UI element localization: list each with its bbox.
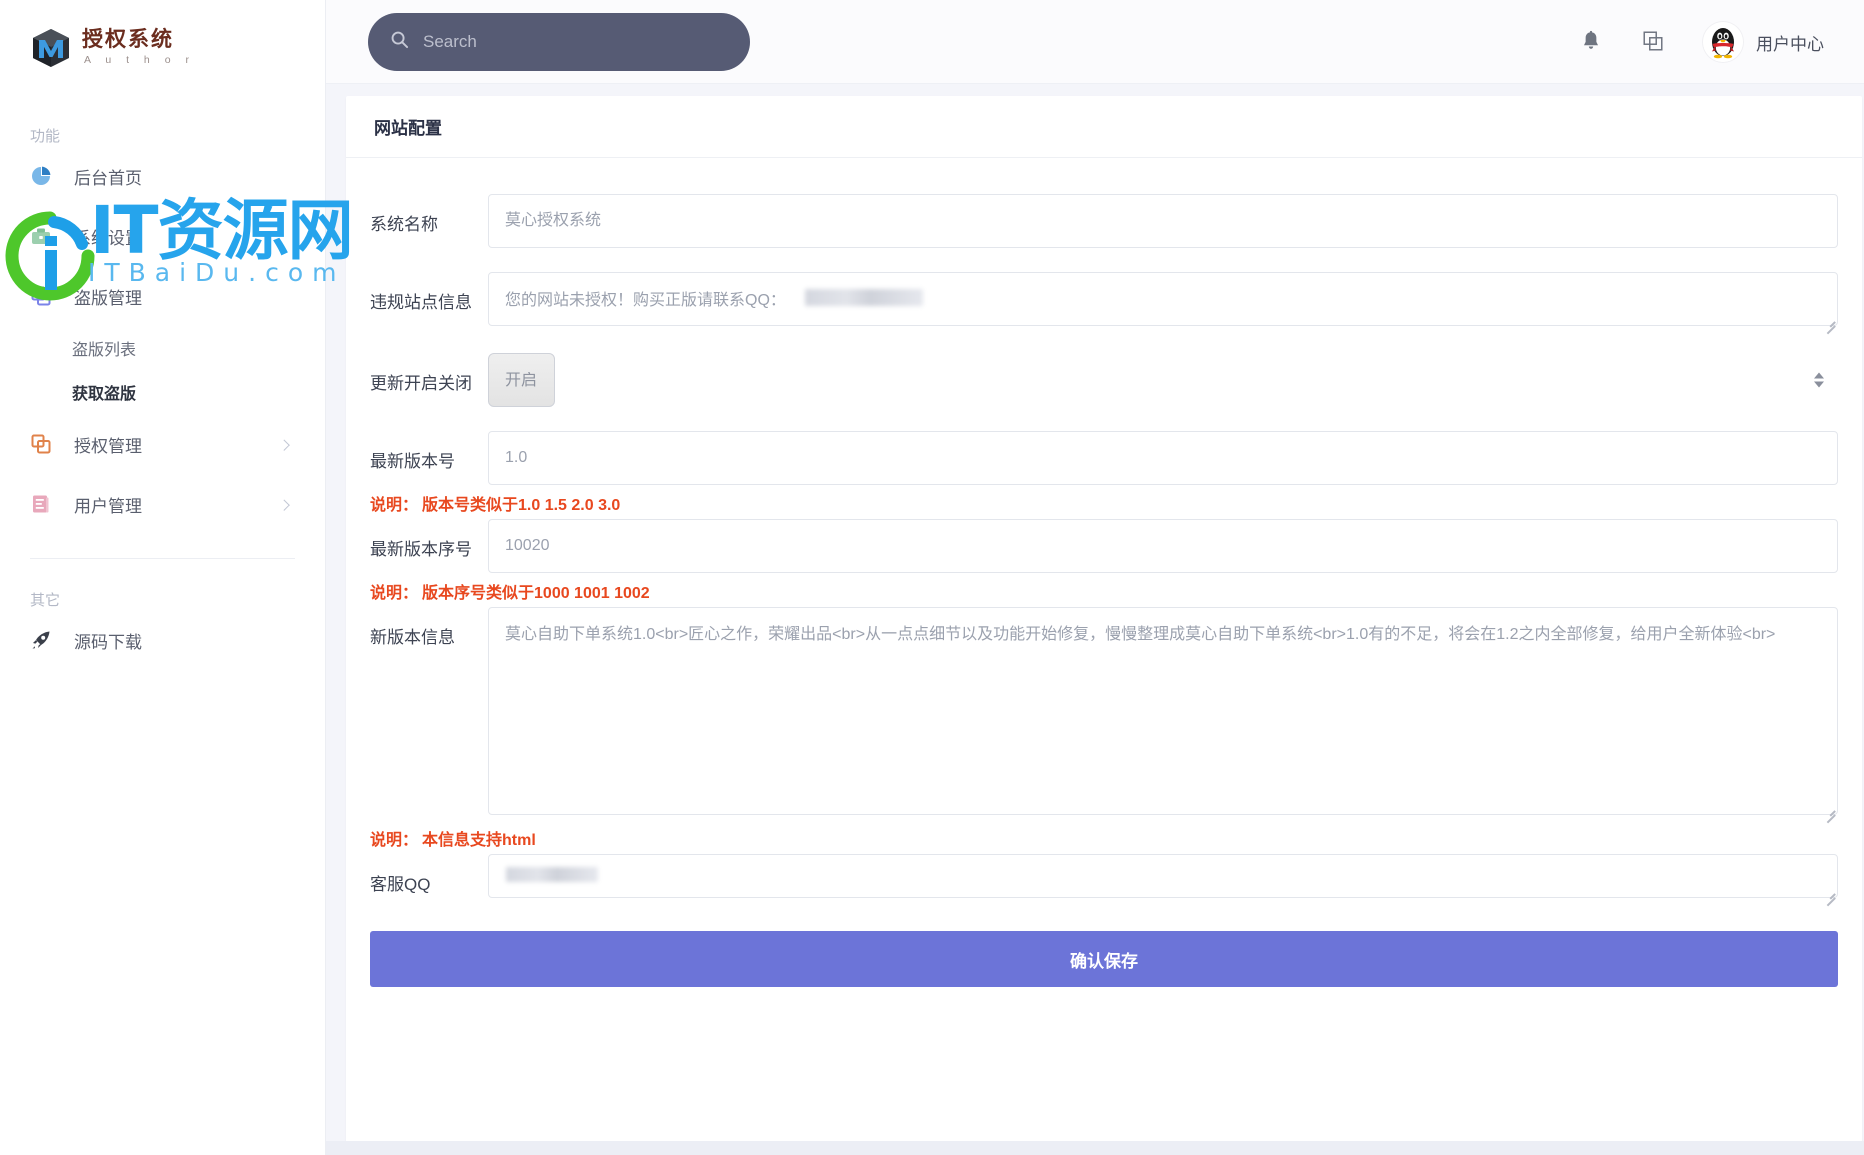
form-row-update-toggle: 更新开启关闭 开启 关闭 <box>370 353 1838 407</box>
qq-penguin-avatar <box>1703 22 1743 62</box>
sidebar-item-user-management[interactable]: 用户管理 <box>0 474 325 534</box>
field-label: 违规站点信息 <box>370 293 472 312</box>
select-stepper-icon <box>1814 372 1824 388</box>
card-header: 网站配置 <box>346 96 1862 158</box>
update-toggle-wrap: 开启 关闭 <box>488 353 1838 407</box>
field-label: 更新开启关闭 <box>370 374 472 393</box>
field-label: 最新版本序号 <box>370 540 472 559</box>
masked-qq-number <box>805 289 923 306</box>
sidebar-section-other: 其它 <box>30 592 61 609</box>
form-row-latest-version-code: 最新版本序号 <box>370 519 1838 573</box>
brand-subtitle: A u t h o r <box>84 54 195 67</box>
sidebar-subitem-label: 盗版列表 <box>72 342 137 359</box>
new-version-info-textarea[interactable] <box>488 607 1838 815</box>
chevron-right-icon <box>278 499 290 511</box>
copy-orange-icon <box>30 433 52 455</box>
rocket-icon <box>30 629 52 651</box>
form-row-service-qq: 客服QQ <box>370 854 1838 906</box>
sidebar-item-source-download[interactable]: 源码下载 <box>0 610 325 670</box>
sidebar-item-label: 后台首页 <box>74 168 142 188</box>
sidebar-section-functions: 功能 <box>30 128 61 145</box>
bell-icon[interactable] <box>1579 29 1605 55</box>
main-content: 网站配置 系统名称 违规站点信息 更新开启关闭 <box>326 84 1864 1155</box>
latest-version-input[interactable] <box>488 431 1838 485</box>
brand-logo-block[interactable]: 授权系统 A u t h o r <box>0 0 325 95</box>
sidebar-item-dashboard[interactable]: 后台首页 <box>0 146 325 206</box>
sidebar-subitem-label: 获取盗版 <box>72 386 137 403</box>
save-bar: 确认保存 <box>346 903 1862 987</box>
hint-key: 说明： <box>370 497 419 514</box>
copy-window-icon[interactable] <box>1641 29 1667 55</box>
page-title: 网站配置 <box>374 119 442 138</box>
chevron-right-icon <box>278 439 290 451</box>
sidebar-item-label: 源码下载 <box>74 632 142 652</box>
update-toggle-select[interactable]: 开启 关闭 <box>488 353 555 407</box>
sidebar-item-piracy-management[interactable]: 盗版管理 <box>0 266 325 326</box>
sidebar-item-system-settings[interactable]: 系统设置 <box>0 206 325 266</box>
field-label: 客服QQ <box>370 875 431 894</box>
violation-info-textarea[interactable] <box>488 272 1838 326</box>
sidebar-item-label: 系统设置 <box>74 228 142 248</box>
field-label: 最新版本号 <box>370 452 455 471</box>
form-row-violation-info: 违规站点信息 <box>370 272 1838 334</box>
sidebar-item-label: 授权管理 <box>74 436 142 456</box>
copy-blue-icon <box>30 285 52 307</box>
hint-key: 说明： <box>370 832 419 849</box>
hint-text: 版本号类似于1.0 1.5 2.0 3.0 <box>422 497 621 514</box>
form-row-latest-version: 最新版本号 <box>370 431 1838 485</box>
sidebar: 授权系统 A u t h o r 功能 后台首页 系统设置 盗版管理 盗版列表 … <box>0 0 326 1155</box>
latest-version-code-input[interactable] <box>488 519 1838 573</box>
sidebar-item-license-management[interactable]: 授权管理 <box>0 414 325 474</box>
sidebar-item-label: 盗版管理 <box>74 288 142 308</box>
hint-latest-version: 说明： 版本号类似于1.0 1.5 2.0 3.0 <box>370 491 1838 515</box>
pie-chart-icon <box>30 165 52 187</box>
form-row-system-name: 系统名称 <box>370 194 1838 248</box>
hint-latest-version-code: 说明： 版本序号类似于1000 1001 1002 <box>370 579 1838 603</box>
toolbox-icon <box>30 225 52 247</box>
brand-title: 授权系统 <box>82 27 174 52</box>
sidebar-subitem-piracy-list[interactable]: 盗版列表 <box>0 326 325 370</box>
bottom-strip <box>326 1141 1864 1155</box>
violation-info-wrap <box>488 272 1838 334</box>
save-button[interactable]: 确认保存 <box>370 931 1838 987</box>
masked-service-qq <box>506 867 598 882</box>
hint-new-version-info: 说明： 本信息支持html <box>370 826 1838 850</box>
field-label: 新版本信息 <box>370 628 455 647</box>
service-qq-textarea[interactable] <box>488 854 1838 898</box>
list-pink-icon <box>30 493 52 515</box>
field-label: 系统名称 <box>370 215 438 234</box>
config-card: 网站配置 系统名称 违规站点信息 更新开启关闭 <box>346 96 1862 1155</box>
search-input[interactable] <box>423 31 703 52</box>
topbar: 用户中心 <box>272 0 1864 84</box>
sidebar-item-label: 用户管理 <box>74 496 142 516</box>
topbar-right-actions: 用户中心 <box>1579 0 1824 84</box>
cube-m-logo-icon <box>30 27 72 69</box>
hint-text: 版本序号类似于1000 1001 1002 <box>422 585 650 602</box>
service-qq-wrap <box>488 854 1838 906</box>
new-version-info-wrap <box>488 607 1838 823</box>
system-name-input[interactable] <box>488 194 1838 248</box>
hint-key: 说明： <box>370 585 419 602</box>
hint-text: 本信息支持html <box>422 832 536 849</box>
search-box[interactable] <box>368 12 750 71</box>
user-center-label: 用户中心 <box>1756 34 1824 54</box>
user-center-button[interactable]: 用户中心 <box>1703 22 1824 62</box>
form-row-new-version-info: 新版本信息 <box>370 607 1838 823</box>
sidebar-subitem-fetch-piracy[interactable]: 获取盗版 <box>0 370 325 414</box>
config-form: 系统名称 违规站点信息 更新开启关闭 开启 <box>346 158 1862 906</box>
search-icon <box>390 30 409 54</box>
